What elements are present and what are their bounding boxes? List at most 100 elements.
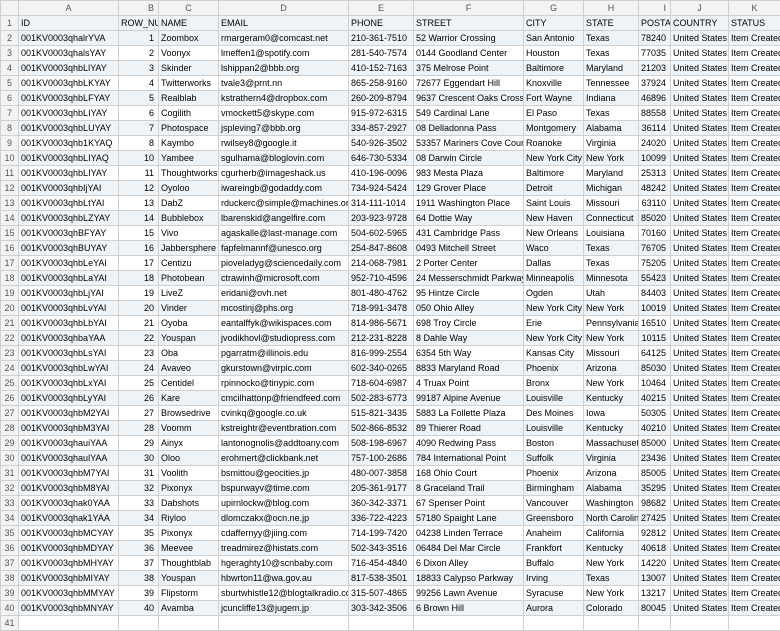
cell[interactable]: Virginia <box>584 136 639 151</box>
cell[interactable]: kstrathern4@dropbox.com <box>219 91 349 106</box>
cell[interactable]: Flipstorm <box>159 586 219 601</box>
cell[interactable]: 001KV0003qhbMHYAY <box>19 556 119 571</box>
col-header-rownum[interactable] <box>1 1 19 16</box>
cell[interactable]: Maryland <box>584 166 639 181</box>
cell[interactable]: Thoughtblab <box>159 556 219 571</box>
cell[interactable]: 6 Dixon Alley <box>414 556 524 571</box>
cell[interactable]: pioveladyg@sciencedaily.com <box>219 256 349 271</box>
cell[interactable]: 4090 Redwing Pass <box>414 436 524 451</box>
cell[interactable]: 32 <box>119 481 159 496</box>
cell[interactable]: 203-923-9728 <box>349 211 414 226</box>
cell[interactable]: Item Created <box>729 361 780 376</box>
cell[interactable]: Oba <box>159 346 219 361</box>
row-number[interactable]: 24 <box>1 361 19 376</box>
row-number[interactable]: 28 <box>1 421 19 436</box>
cell[interactable]: 001KV0003qhbLlYAY <box>19 61 119 76</box>
cell[interactable]: cdaffernyy@jiing.com <box>219 526 349 541</box>
cell[interactable]: 48242 <box>639 181 671 196</box>
cell[interactable]: 2 Porter Center <box>414 256 524 271</box>
row-number[interactable]: 39 <box>1 586 19 601</box>
cell[interactable]: 40618 <box>639 541 671 556</box>
cell[interactable]: Item Created <box>729 481 780 496</box>
cell[interactable]: dlomczakx@ocn.ne.jp <box>219 511 349 526</box>
cell[interactable]: hgeraghty10@scnbaby.com <box>219 556 349 571</box>
cell[interactable]: 10115 <box>639 331 671 346</box>
cell[interactable]: Waco <box>524 241 584 256</box>
cell[interactable]: Yambee <box>159 151 219 166</box>
header-cell[interactable]: STREET <box>414 16 524 31</box>
cell[interactable]: 37 <box>119 556 159 571</box>
cell[interactable]: 915-972-6315 <box>349 106 414 121</box>
row-number[interactable]: 23 <box>1 346 19 361</box>
cell[interactable]: 001KV0003qhak0YAA <box>19 496 119 511</box>
row-number[interactable]: 14 <box>1 211 19 226</box>
row-number[interactable]: 7 <box>1 106 19 121</box>
cell[interactable]: bspurwayv@time.com <box>219 481 349 496</box>
cell[interactable]: 78240 <box>639 31 671 46</box>
cell[interactable]: Pixonyx <box>159 526 219 541</box>
cell[interactable]: 8 <box>119 136 159 151</box>
cell[interactable]: Item Created <box>729 256 780 271</box>
row-number[interactable]: 11 <box>1 166 19 181</box>
cell[interactable]: 2 <box>119 46 159 61</box>
cell[interactable]: 40 <box>119 601 159 616</box>
cell[interactable]: 23 <box>119 346 159 361</box>
cell[interactable]: 001KV0003qhbLIYAY <box>19 166 119 181</box>
cell[interactable]: 38 <box>119 571 159 586</box>
cell[interactable]: 64 Dottie Way <box>414 211 524 226</box>
cell[interactable]: 17 <box>119 256 159 271</box>
cell[interactable]: Vancouver <box>524 496 584 511</box>
cell[interactable]: San Antonio <box>524 31 584 46</box>
col-header-A[interactable]: A <box>19 1 119 16</box>
cell[interactable]: Texas <box>584 571 639 586</box>
row-number[interactable]: 3 <box>1 46 19 61</box>
cell[interactable]: Missouri <box>584 196 639 211</box>
row-number[interactable]: 33 <box>1 496 19 511</box>
cell[interactable]: 75205 <box>639 256 671 271</box>
cell[interactable]: 001KV0003qhBUYAY <box>19 241 119 256</box>
cell[interactable]: United States <box>671 556 729 571</box>
cell[interactable]: 281-540-7574 <box>349 46 414 61</box>
cell[interactable]: New York City <box>524 301 584 316</box>
cell[interactable]: United States <box>671 76 729 91</box>
cell[interactable] <box>159 616 219 631</box>
cell[interactable]: United States <box>671 511 729 526</box>
cell[interactable]: 14 <box>119 211 159 226</box>
cell[interactable]: Kentucky <box>584 421 639 436</box>
cell[interactable]: 001KV0003qhbLsYAI <box>19 346 119 361</box>
cell[interactable]: United States <box>671 181 729 196</box>
cell[interactable]: 25 <box>119 376 159 391</box>
cell[interactable]: 95 Hintze Circle <box>414 286 524 301</box>
cell[interactable]: Skinder <box>159 61 219 76</box>
cell[interactable]: 6 Brown Hill <box>414 601 524 616</box>
cell[interactable]: 52 Warrior Crossing <box>414 31 524 46</box>
cell[interactable]: Montgomery <box>524 121 584 136</box>
cell[interactable] <box>639 616 671 631</box>
cell[interactable]: 410-196-0096 <box>349 166 414 181</box>
cell[interactable]: 001KV0003qhbLKYAY <box>19 76 119 91</box>
cell[interactable]: United States <box>671 136 729 151</box>
cell[interactable]: United States <box>671 31 729 46</box>
cell[interactable]: 983 Mesta Plaza <box>414 166 524 181</box>
cell[interactable]: Knoxville <box>524 76 584 91</box>
header-cell[interactable]: POSTAL <box>639 16 671 31</box>
header-cell[interactable]: ROW_NUM <box>119 16 159 31</box>
cell[interactable]: Baltimore <box>524 61 584 76</box>
cell[interactable]: 24020 <box>639 136 671 151</box>
cell[interactable]: Item Created <box>729 376 780 391</box>
row-number[interactable]: 38 <box>1 571 19 586</box>
row-number[interactable]: 22 <box>1 331 19 346</box>
cell[interactable]: Item Created <box>729 406 780 421</box>
cell[interactable]: United States <box>671 466 729 481</box>
cell[interactable]: Vivo <box>159 226 219 241</box>
cell[interactable]: Item Created <box>729 541 780 556</box>
cell[interactable]: United States <box>671 571 729 586</box>
cell[interactable]: 18833 Calypso Parkway <box>414 571 524 586</box>
cell[interactable]: Syracuse <box>524 586 584 601</box>
cell[interactable]: New York <box>584 586 639 601</box>
cell[interactable]: 212-231-8228 <box>349 331 414 346</box>
cell[interactable]: 001KV0003qhbM8YAI <box>19 481 119 496</box>
cell[interactable]: Erie <box>524 316 584 331</box>
row-number[interactable]: 18 <box>1 271 19 286</box>
cell[interactable]: Vinder <box>159 301 219 316</box>
